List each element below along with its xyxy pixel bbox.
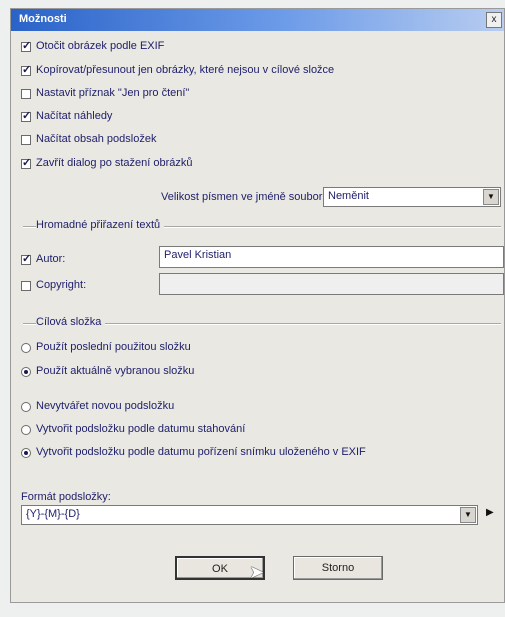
checkbox-copy-missing-only[interactable] (21, 63, 31, 76)
subfolder-format-label: Formát podsložky: (21, 491, 111, 503)
window-title: Možnosti (19, 13, 67, 25)
font-size-value: Neměnit (328, 190, 369, 202)
checkbox-close-after-download-label: Zavřít dialog po stažení obrázků (36, 157, 193, 169)
author-input[interactable]: Pavel Kristian (159, 246, 504, 268)
radio-subfolder-exif-date[interactable] (21, 448, 31, 458)
cancel-button[interactable]: Storno (293, 556, 383, 580)
target-folder-group-label: Cílová složka (36, 316, 106, 328)
title-bar: Možnosti x (11, 9, 504, 31)
checkbox-author[interactable] (21, 252, 31, 265)
mouse-pointer-icon: ➤ (249, 562, 265, 582)
font-size-select[interactable]: Neměnit (323, 187, 501, 207)
radio-current-folder[interactable] (21, 367, 31, 377)
checkbox-load-thumbnails-label: Načítat náhledy (36, 110, 113, 122)
subfolder-format-value: {Y}-{M}-{D} (26, 508, 80, 520)
author-input-value: Pavel Kristian (164, 249, 232, 261)
copyright-input[interactable] (159, 273, 504, 295)
checkbox-load-subfolders[interactable] (21, 135, 31, 145)
checkbox-load-subfolders-label: Načítat obsah podsložek (36, 133, 157, 145)
radio-no-subfolder-label: Nevytvářet novou podsložku (36, 400, 175, 412)
radio-current-folder-label: Použít aktuálně vybranou složku (36, 365, 195, 377)
checkbox-readonly[interactable] (21, 89, 31, 99)
radio-last-used-folder-label: Použít poslední použitou složku (36, 341, 191, 353)
font-size-label: Velikost písmen ve jméně souboru: (161, 191, 332, 203)
close-button[interactable]: x (486, 12, 502, 28)
insert-token-arrow-icon[interactable]: ▶ (486, 507, 494, 518)
radio-no-subfolder[interactable] (21, 402, 31, 412)
radio-subfolder-exif-date-label: Vytvořit podsložku podle datumu pořízení… (36, 446, 366, 458)
font-size-dropdown-arrow-icon[interactable]: ▼ (483, 189, 499, 205)
bulk-text-group-label: Hromadné přiřazení textů (36, 219, 165, 231)
radio-subfolder-download-date-label: Vytvořit podsložku podle datumu stahován… (36, 423, 246, 435)
checkbox-copy-missing-only-label: Kopírovat/přesunout jen obrázky, které n… (36, 64, 335, 76)
checkbox-close-after-download[interactable] (21, 156, 31, 169)
checkbox-rotate-exif[interactable] (21, 39, 31, 52)
copyright-label: Copyright: (36, 279, 87, 291)
author-label: Autor: (36, 253, 66, 265)
checkbox-copyright[interactable] (21, 281, 31, 291)
checkbox-rotate-exif-label: Otočit obrázek podle EXIF (36, 40, 165, 52)
subfolder-format-dropdown-arrow-icon[interactable]: ▼ (460, 507, 476, 523)
radio-last-used-folder[interactable] (21, 343, 31, 353)
subfolder-format-combobox[interactable]: {Y}-{M}-{D} (21, 505, 478, 525)
radio-subfolder-download-date[interactable] (21, 425, 31, 435)
checkbox-readonly-label: Nastavit příznak "Jen pro čtení" (36, 87, 190, 99)
options-dialog: Možnosti x Otočit obrázek podle EXIF Kop… (10, 8, 505, 603)
checkbox-load-thumbnails[interactable] (21, 109, 31, 122)
